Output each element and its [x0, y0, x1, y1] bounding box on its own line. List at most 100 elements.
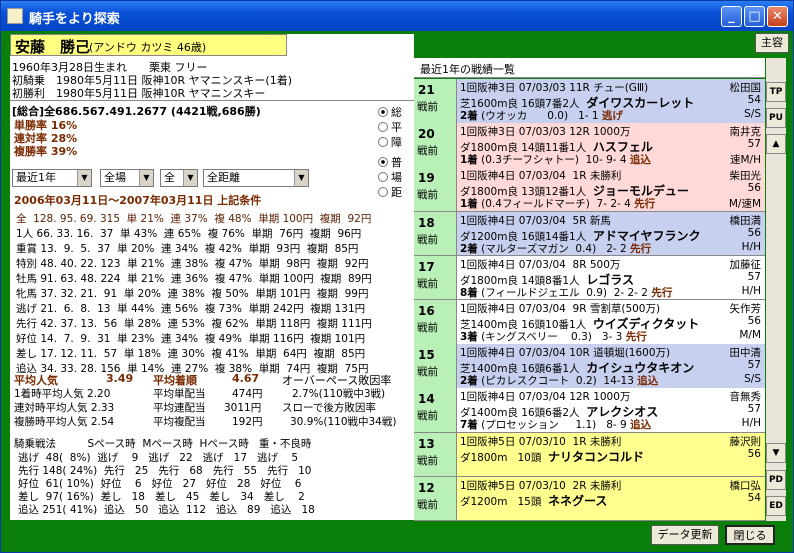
stats-row: 逃げ 21. 6. 8. 13 単 44% 連 56% 複 73% 単期 242… — [16, 303, 366, 315]
radio-total[interactable]: 総 — [378, 104, 402, 120]
corner-button[interactable]: 主容 — [755, 33, 789, 53]
race-pace: 速M/H — [730, 154, 761, 167]
race-row[interactable]: 18 戦前 1回阪神4日 07/03/04 5R 新馬 橋田満 ダ1200m良 1… — [414, 211, 765, 257]
race-trainer: 藤沢則 — [729, 435, 762, 448]
race-info: 1回阪神4日 07/03/04 10R 道頓堀(1600万) — [460, 347, 671, 360]
race-info: 1回阪神4日 07/03/04 1R 未勝利 — [460, 170, 622, 183]
race-row[interactable]: 13 戦前 1回阪神5日 07/03/10 1R 未勝利 藤沢則 ダ1800m 1… — [414, 432, 765, 478]
stats-row: 重賞 13. 9. 5. 37 単 20% 連 34% 複 42% 単期 93円… — [16, 243, 359, 255]
minimize-button[interactable]: _ — [721, 6, 742, 27]
race-rank: 19 — [418, 171, 435, 186]
update-data-button[interactable]: データ更新 — [651, 525, 719, 545]
race-ago: 戦前 — [417, 233, 438, 246]
radio-jump[interactable]: 障 — [378, 134, 402, 150]
race-ago: 戦前 — [417, 145, 438, 158]
close-button[interactable]: 閉じる — [725, 525, 775, 545]
race-info: 1回阪神4日 07/03/04 8R 500万 — [460, 258, 621, 271]
race-rank-cell: 21 戦前 — [414, 79, 457, 123]
horse-name: ナリタコンコルド — [548, 449, 645, 464]
stats-row: 1人 66. 33. 16. 37 単 43% 連 65% 複 76% 単期 7… — [16, 228, 362, 240]
stats-row: 牡馬 91. 63. 48. 224 単 21% 連 36% 複 47% 単期 … — [16, 273, 372, 285]
race-row[interactable]: 14 戦前 1回阪神4日 07/03/04 12R 1000万 音無秀 ダ1400… — [414, 388, 765, 433]
race-result: 1着 (0.4フィールドマーチ) 7- 2- 4 先行 — [460, 198, 656, 211]
close-icon[interactable]: ✕ — [767, 6, 788, 27]
race-rank-cell: 20 戦前 — [414, 123, 457, 167]
race-result: 2着 (ウオッカ 0.0) 1- 1 逃げ — [460, 110, 623, 122]
period-select[interactable]: 最近1年 ▼ — [12, 169, 92, 187]
top-page-button[interactable]: TP — [766, 82, 786, 102]
chevron-down-icon: ▼ — [294, 170, 308, 186]
page-up-button[interactable]: PU — [766, 108, 786, 128]
class-select[interactable]: 全 ▼ — [160, 169, 198, 187]
race-weight: 56 — [747, 447, 761, 460]
race-rank-cell: 17 戦前 — [414, 255, 457, 300]
radio-course[interactable]: 場 — [378, 169, 402, 185]
race-weight: 57 — [747, 138, 761, 151]
place-select[interactable]: 全場 ▼ — [100, 169, 154, 187]
race-body: 1回阪神3日 07/03/03 12R 1000万 南井克 ダ1800m良 14… — [457, 123, 765, 167]
radio-flat[interactable]: 平 — [378, 119, 402, 135]
race-row[interactable]: 21 戦前 1回阪神3日 07/03/03 11R チュー(GⅢ) 松田国 芝16… — [414, 79, 765, 124]
race-info: 1回阪神4日 07/03/04 5R 新馬 — [460, 214, 611, 227]
race-pace: M/M — [739, 329, 761, 341]
radio-distance[interactable]: 距 — [378, 184, 402, 200]
win-pay: 474円 — [232, 388, 263, 400]
race-pace: S/S — [744, 373, 761, 386]
race-finish: 7着 — [460, 419, 478, 432]
win-avg-pop: 1着時平均人気 2.20 — [14, 388, 111, 400]
race-result: 3着 (キングスベリー 0.3) 3- 3 先行 — [460, 331, 647, 343]
race-row[interactable]: 19 戦前 1回阪神4日 07/03/04 1R 未勝利 柴田光 ダ1800m良 … — [414, 167, 765, 212]
race-body: 1回阪神4日 07/03/04 8R 500万 加藤征 ダ1800m良 14頭8… — [457, 255, 765, 300]
race-rank: 17 — [418, 259, 435, 274]
end-button[interactable]: ED — [766, 496, 786, 516]
race-info: 1回阪神5日 07/03/10 1R 未勝利 — [460, 435, 622, 448]
race-rank-cell: 16 戦前 — [414, 300, 457, 344]
race-info: 1回阪神5日 07/03/10 2R 未勝利 — [460, 479, 622, 492]
show-rate: 複勝率 39% — [14, 145, 78, 158]
race-ago: 戦前 — [417, 322, 438, 334]
race-row[interactable]: 20 戦前 1回阪神3日 07/03/03 12R 1000万 南井克 ダ1800… — [414, 123, 765, 168]
win-pay-label: 平均単配当 — [153, 388, 206, 400]
page-down-button[interactable]: PD — [766, 470, 786, 490]
scroll-down-icon[interactable]: ▼ — [766, 443, 786, 463]
maximize-button[interactable]: □ — [744, 6, 765, 27]
scroll-up-icon[interactable]: ▲ — [766, 134, 786, 154]
race-style: 追込 — [629, 154, 651, 167]
race-row[interactable]: 15 戦前 1回阪神4日 07/03/04 10R 道頓堀(1600万) 田中清 … — [414, 344, 765, 389]
radio-normal[interactable]: 普 — [378, 154, 402, 170]
distance-select[interactable]: 全距離 ▼ — [203, 169, 309, 187]
jockey-kana: (アンドウ カツミ 46歳) — [89, 41, 207, 54]
race-trainer: 音無秀 — [729, 391, 762, 404]
race-row[interactable]: 17 戦前 1回阪神4日 07/03/04 8R 500万 加藤征 ダ1800m良… — [414, 255, 765, 301]
race-ago: 戦前 — [417, 101, 438, 113]
scrollbar[interactable]: TP PU ▲ ▼ PD ED — [766, 58, 786, 521]
stats-row: 全 128. 95. 69. 315 単 21% 連 37% 複 48% 単期 … — [16, 213, 372, 225]
race-result: 1着 (0.3チーフシャトー) 10- 9- 4 追込 — [460, 154, 651, 167]
stats-row: 差し 17. 12. 11. 57 単 18% 連 30% 複 41% 単期 6… — [16, 348, 366, 360]
race-body: 1回阪神5日 07/03/10 1R 未勝利 藤沢則 ダ1800m 10頭 ナリ… — [457, 432, 765, 477]
race-ago: 戦前 — [417, 454, 438, 467]
race-weight: 54 — [747, 491, 761, 504]
race-pace: S/S — [744, 108, 761, 120]
race-ago: 戦前 — [417, 366, 438, 379]
race-row[interactable]: 12 戦前 1回阪神5日 07/03/10 2R 未勝利 橋口弘 ダ1200m 1… — [414, 476, 765, 522]
stats-row: 好位 14. 7. 9. 31 単 23% 連 34% 複 49% 単期 116… — [16, 333, 366, 345]
race-trainer: 矢作芳 — [729, 303, 762, 315]
race-finish: 2着 — [460, 242, 478, 255]
race-rank: 21 — [418, 83, 435, 97]
race-weight: 56 — [747, 226, 761, 239]
window-title: 騎手をより探索 — [29, 12, 120, 27]
race-rank-cell: 19 戦前 — [414, 167, 457, 211]
avg-pop-value: 3.49 — [106, 372, 134, 385]
race-rank: 12 — [418, 480, 435, 495]
race-trainer: 南井克 — [729, 126, 762, 139]
race-body: 1回阪神5日 07/03/10 2R 未勝利 橋口弘 ダ1200m 15頭 ネネ… — [457, 476, 765, 521]
race-info: 1回阪神3日 07/03/03 12R 1000万 — [460, 126, 631, 139]
first-win: 初勝利 1980年5月11日 阪神10R ヤマニンスキー — [12, 87, 266, 100]
race-rank-cell: 14 戦前 — [414, 388, 457, 432]
race-row[interactable]: 16 戦前 1回阪神4日 07/03/04 9R 雪割草(500万) 矢作芳 芝1… — [414, 300, 765, 345]
jockey-name: 安藤 勝己 — [15, 38, 91, 56]
race-style: 先行 — [630, 242, 652, 255]
race-rank: 14 — [418, 392, 435, 407]
race-weight: 56 — [747, 182, 761, 195]
